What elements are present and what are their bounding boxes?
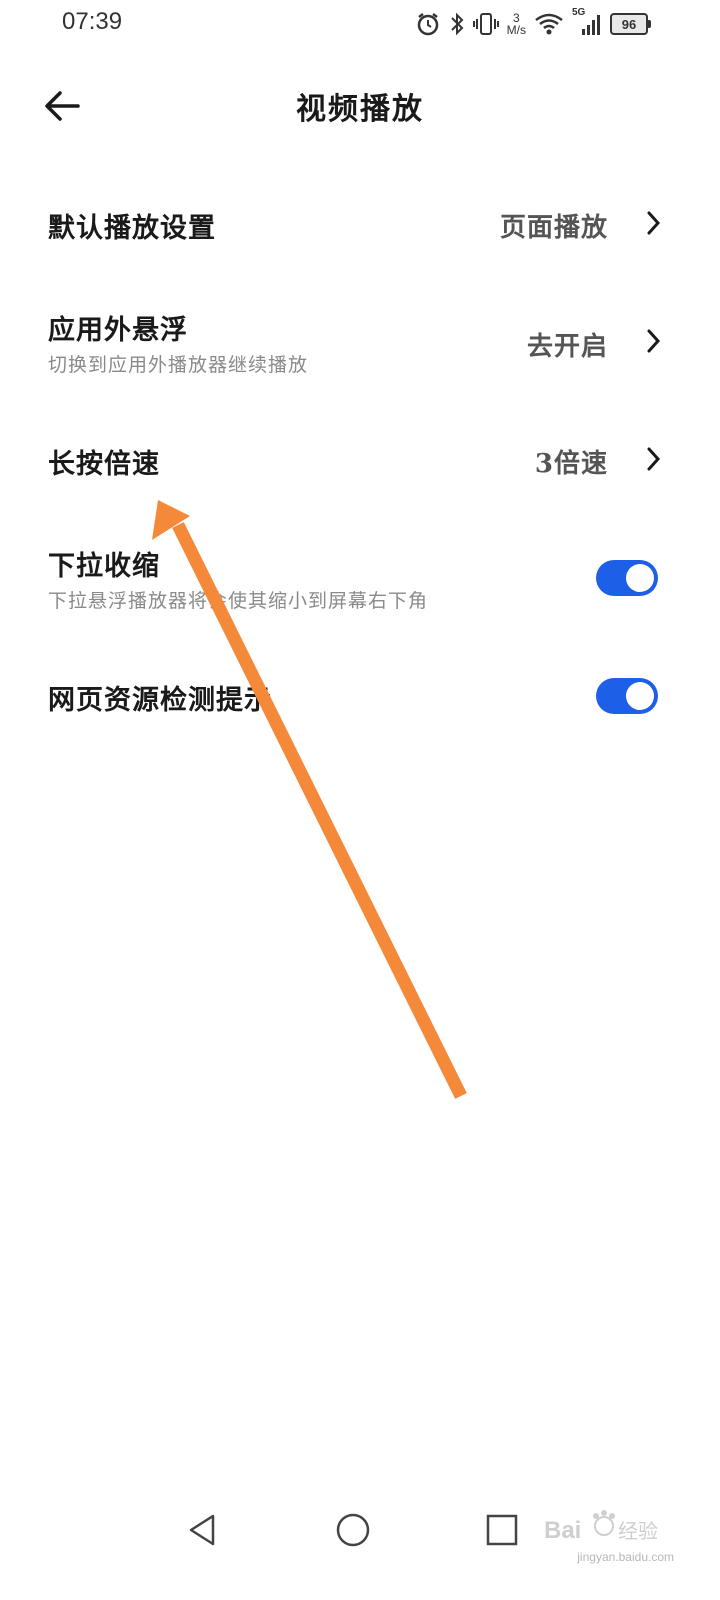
wifi-icon — [534, 12, 564, 36]
setting-pull-down-shrink-title: 下拉收缩 — [48, 551, 160, 582]
net-speed-unit: M/s — [506, 23, 526, 37]
status-bar: 07:39 3 M/s 5G 96 — [0, 0, 720, 48]
nav-recents-icon — [486, 1514, 518, 1546]
setting-pull-down-shrink-subtitle: 下拉悬浮播放器将会使其缩小到屏幕右下角 — [48, 590, 429, 612]
network-type: 5G — [572, 7, 586, 18]
nav-home-button[interactable] — [325, 1502, 381, 1558]
baidu-logo-icon: Bai 经验 — [544, 1510, 658, 1544]
watermark: Bai 经验 jingyan.baidu.com — [544, 1508, 674, 1564]
header: 视频播放 — [0, 70, 720, 142]
setting-long-press-speed[interactable]: 长按倍速 3倍速 — [0, 402, 720, 520]
resource-detect-toggle[interactable] — [596, 678, 658, 714]
battery-level: 96 — [621, 16, 637, 32]
setting-resource-detect-title: 网页资源检测提示 — [48, 685, 272, 716]
bluetooth-icon — [449, 11, 465, 37]
setting-default-play-title: 默认播放设置 — [48, 213, 216, 244]
svg-text:经验: 经验 — [618, 1519, 658, 1543]
setting-resource-detect: 网页资源检测提示 — [0, 638, 720, 756]
signal-icon: 5G — [572, 7, 602, 37]
setting-floating-value: 去开启 — [526, 332, 608, 362]
nav-recents-button[interactable] — [474, 1502, 530, 1558]
nav-back-button[interactable] — [174, 1502, 230, 1558]
setting-default-play-value: 页面播放 — [499, 213, 608, 243]
alarm-icon — [415, 11, 441, 37]
settings-list: 默认播放设置 页面播放 应用外悬浮 切换到应用外播放器继续播放 去开启 长按倍速… — [0, 166, 720, 756]
nav-back-icon — [189, 1514, 215, 1546]
chevron-right-icon — [647, 211, 661, 235]
status-time: 07:39 — [62, 8, 123, 35]
nav-home-icon — [336, 1513, 370, 1547]
net-speed: 3 M/s — [507, 12, 526, 36]
setting-default-play[interactable]: 默认播放设置 页面播放 — [0, 166, 720, 284]
toggle-knob — [626, 564, 654, 592]
setting-pull-down-shrink: 下拉收缩 下拉悬浮播放器将会使其缩小到屏幕右下角 — [0, 520, 720, 638]
toggle-knob — [626, 682, 654, 710]
status-icons: 3 M/s 5G 96 — [415, 7, 651, 40]
page-title: 视频播放 — [296, 92, 424, 127]
pull-down-shrink-toggle[interactable] — [596, 560, 658, 596]
watermark-text: jingyan.baidu.com — [577, 1550, 674, 1564]
setting-long-press-speed-title: 长按倍速 — [48, 449, 160, 480]
setting-long-press-speed-value: 3倍速 — [534, 449, 608, 479]
setting-floating-subtitle: 切换到应用外播放器继续播放 — [48, 354, 309, 376]
battery-icon: 96 — [610, 13, 651, 35]
setting-floating-title: 应用外悬浮 — [48, 315, 188, 346]
chevron-right-icon — [647, 447, 661, 471]
chevron-right-icon — [647, 329, 661, 353]
vibrate-icon — [472, 11, 499, 37]
svg-text:Bai: Bai — [544, 1517, 581, 1544]
setting-floating[interactable]: 应用外悬浮 切换到应用外播放器继续播放 去开启 — [0, 284, 720, 402]
